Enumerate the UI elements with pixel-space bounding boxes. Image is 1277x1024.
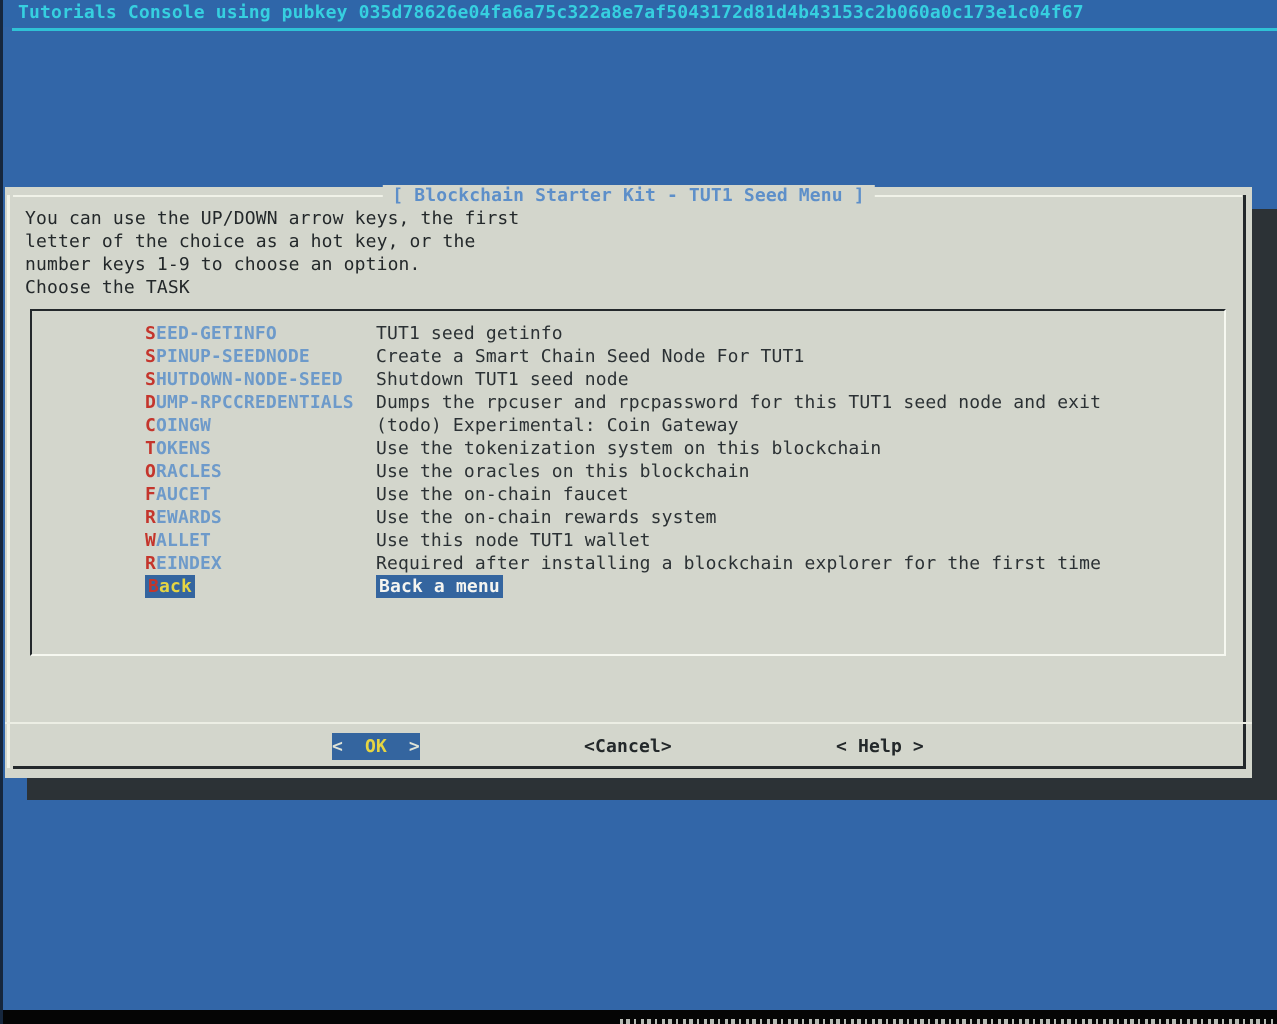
ok-button[interactable]: < OK > bbox=[332, 733, 420, 760]
item-description: (todo) Experimental: Coin Gateway bbox=[376, 415, 739, 436]
title-bar-text: Tutorials Console using pubkey 035d78626… bbox=[18, 2, 1084, 23]
screen-left-edge bbox=[0, 0, 3, 1024]
hotkey-letter: B bbox=[148, 576, 159, 597]
menu-item-rewards[interactable]: REWARDS Use the on-chain rewards system bbox=[32, 506, 1224, 529]
item-label: ack bbox=[159, 576, 192, 597]
menu-item-wallet[interactable]: WALLET Use this node TUT1 wallet bbox=[32, 529, 1224, 552]
item-description: Use the tokenization system on this bloc… bbox=[376, 438, 881, 459]
menu-item-faucet[interactable]: FAUCET Use the on-chain faucet bbox=[32, 483, 1224, 506]
title-bar: Tutorials Console using pubkey 035d78626… bbox=[0, 0, 1277, 27]
help-button[interactable]: < Help > bbox=[836, 733, 924, 760]
instruction-line: Choose the TASK bbox=[25, 276, 519, 299]
item-label: EED-GETINFO bbox=[156, 323, 277, 344]
clipped-status-text bbox=[620, 1019, 1273, 1024]
button-separator bbox=[5, 722, 1252, 724]
dialog-instructions: You can use the UP/DOWN arrow keys, the … bbox=[25, 207, 519, 299]
item-description: Use the on-chain faucet bbox=[376, 484, 629, 505]
instruction-line: letter of the choice as a hot key, or th… bbox=[25, 230, 519, 253]
button-bracket-right: > bbox=[661, 736, 672, 757]
item-label: EWARDS bbox=[156, 507, 222, 528]
menu-item-reindex[interactable]: REINDEX Required after installing a block… bbox=[32, 552, 1224, 575]
hotkey-letter: S bbox=[145, 323, 156, 344]
hotkey-letter: W bbox=[145, 530, 156, 551]
hotkey-letter: C bbox=[145, 415, 156, 436]
dialog-title: [ Blockchain Starter Kit - TUT1 Seed Men… bbox=[382, 185, 874, 206]
cancel-button[interactable]: <Cancel> bbox=[584, 733, 672, 760]
button-bracket-right: > bbox=[387, 736, 420, 757]
dialog-border-bottom bbox=[13, 766, 1246, 769]
dialog-border-left bbox=[7, 195, 10, 768]
instruction-line: You can use the UP/DOWN arrow keys, the … bbox=[25, 207, 519, 230]
hotkey-letter: O bbox=[145, 461, 156, 482]
item-label: OKENS bbox=[156, 438, 211, 459]
item-description: Use the oracles on this blockchain bbox=[376, 461, 750, 482]
dialog-window: [ Blockchain Starter Kit - TUT1 Seed Men… bbox=[5, 187, 1252, 778]
item-label: HUTDOWN-NODE-SEED bbox=[156, 369, 343, 390]
item-label: OINGW bbox=[156, 415, 211, 436]
item-description: Dumps the rpcuser and rpcpassword for th… bbox=[376, 392, 1101, 413]
menu-item-spinup-seednode[interactable]: SPINUP-SEEDNODE Create a Smart Chain Seed… bbox=[32, 345, 1224, 368]
menu-item-oracles[interactable]: ORACLES Use the oracles on this blockchai… bbox=[32, 460, 1224, 483]
item-description: TUT1 seed getinfo bbox=[376, 323, 563, 344]
button-bracket-left: < bbox=[584, 736, 595, 757]
item-label: ALLET bbox=[156, 530, 211, 551]
title-underline bbox=[12, 28, 1277, 31]
button-label: OK bbox=[365, 736, 387, 757]
menu-item-dump-rpccredentials[interactable]: DUMP-RPCCREDENTIALS Dumps the rpcuser and… bbox=[32, 391, 1224, 414]
item-label: AUCET bbox=[156, 484, 211, 505]
menu-item-tokens[interactable]: TOKENS Use the tokenization system on thi… bbox=[32, 437, 1224, 460]
menu-item-back[interactable]: Back Back a menu bbox=[32, 575, 1224, 598]
item-description: Use the on-chain rewards system bbox=[376, 507, 717, 528]
item-description: Use this node TUT1 wallet bbox=[376, 530, 651, 551]
menu-item-shutdown-node-seed[interactable]: SHUTDOWN-NODE-SEED Shutdown TUT1 seed nod… bbox=[32, 368, 1224, 391]
item-label: EINDEX bbox=[156, 553, 222, 574]
menu-item-coingw[interactable]: COINGW (todo) Experimental: Coin Gateway bbox=[32, 414, 1224, 437]
item-label: PINUP-SEEDNODE bbox=[156, 346, 310, 367]
button-bracket-left: < bbox=[836, 736, 858, 757]
instruction-line: number keys 1-9 to choose an option. bbox=[25, 253, 519, 276]
button-bracket-right: > bbox=[902, 736, 924, 757]
item-description: Create a Smart Chain Seed Node For TUT1 bbox=[376, 346, 805, 367]
button-label: Help bbox=[858, 736, 902, 757]
hotkey-letter: S bbox=[145, 346, 156, 367]
item-description: Shutdown TUT1 seed node bbox=[376, 369, 629, 390]
item-label: UMP-RPCCREDENTIALS bbox=[156, 392, 354, 413]
hotkey-letter: R bbox=[145, 507, 156, 528]
button-bracket-left: < bbox=[332, 736, 365, 757]
item-label: RACLES bbox=[156, 461, 222, 482]
hotkey-letter: F bbox=[145, 484, 156, 505]
hotkey-letter: R bbox=[145, 553, 156, 574]
button-label: Cancel bbox=[595, 736, 661, 757]
button-row: < OK ><Cancel>< Help > bbox=[5, 733, 1252, 761]
hotkey-letter: T bbox=[145, 438, 156, 459]
dialog-border-right bbox=[1243, 195, 1246, 768]
hotkey-letter: D bbox=[145, 392, 156, 413]
bottom-status-bar bbox=[0, 1010, 1277, 1024]
menu-item-seed-getinfo[interactable]: SEED-GETINFO TUT1 seed getinfo bbox=[32, 322, 1224, 345]
item-description: Back a menu bbox=[376, 575, 503, 598]
menu-box: SEED-GETINFOTUT1 seed getinfoSPINUP-SEED… bbox=[30, 309, 1226, 656]
hotkey-letter: S bbox=[145, 369, 156, 390]
item-description: Required after installing a blockchain e… bbox=[376, 553, 1101, 574]
